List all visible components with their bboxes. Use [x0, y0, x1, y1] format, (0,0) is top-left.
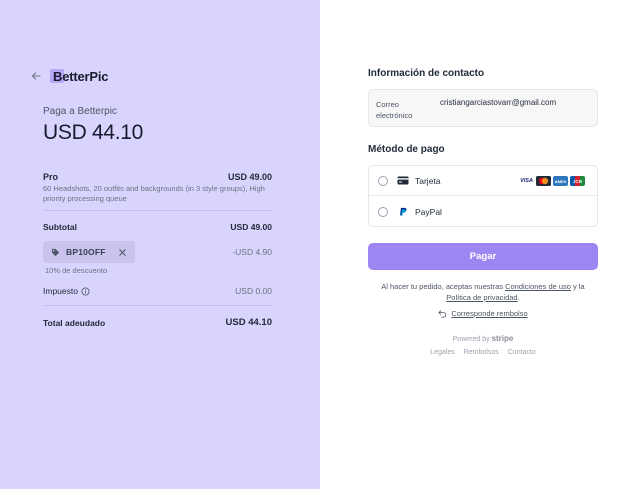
email-field[interactable]: Correo electrónico cristiangarciastovarr… [368, 89, 598, 127]
paypal-label: PayPal [415, 207, 442, 217]
pay-amount: USD 44.10 [43, 121, 144, 144]
legal-text: Al hacer tu pedido, aceptas nuestras Con… [368, 281, 598, 303]
powered-prefix: Powered by [452, 336, 492, 343]
subtotal-row: Subtotal USD 49.00 [43, 222, 272, 232]
payment-option-card[interactable]: Tarjeta VISA AMEX JCB [369, 166, 597, 196]
legal-and: y la [570, 282, 585, 291]
total-value: USD 44.10 [225, 317, 272, 328]
checkout-panel: Información de contacto Correo electróni… [320, 0, 640, 489]
order-summary-panel: BetterPic Paga a Betterpic USD 44.10 Pro… [0, 0, 320, 489]
tax-value: USD 0.00 [235, 286, 272, 296]
footer-links: Legales Rembolsos Contacto [368, 349, 598, 356]
discount-note: 10% de descuento [45, 266, 108, 275]
terms-link[interactable]: Condiciones de uso [505, 282, 571, 291]
tax-row: Impuesto USD 0.00 [43, 286, 272, 296]
promo-code: BP10OFF [66, 247, 106, 257]
tag-icon [51, 248, 60, 257]
total-label: Total adeudado [43, 317, 106, 328]
subtotal-label: Subtotal [43, 222, 77, 232]
total-row: Total adeudado USD 44.10 [43, 317, 272, 328]
subtotal-value: USD 49.00 [230, 222, 272, 232]
back-arrow-icon[interactable] [30, 70, 42, 82]
refund-icon [438, 309, 447, 318]
footer-link-rembolsos[interactable]: Rembolsos [464, 349, 499, 356]
contact-section-title: Información de contacto [368, 68, 485, 79]
promo-row: BP10OFF -USD 4.90 [43, 241, 272, 263]
line-item: Pro USD 49.00 60 Headshots, 20 outfits a… [43, 172, 272, 204]
legal-suffix: . [517, 293, 520, 302]
pay-to-label: Paga a Betterpic [43, 106, 117, 117]
footer-link-legales[interactable]: Legales [430, 349, 455, 356]
paypal-icon [397, 207, 409, 217]
pay-button[interactable]: Pagar [368, 243, 598, 270]
card-radio[interactable] [378, 175, 388, 186]
divider [43, 210, 272, 211]
tax-label-group: Impuesto [43, 286, 90, 296]
payment-option-paypal[interactable]: PayPal [369, 197, 597, 227]
divider [43, 305, 272, 306]
legal-prefix: Al hacer tu pedido, aceptas nuestras [381, 282, 506, 291]
brand-logo[interactable]: BetterPic [48, 67, 108, 85]
card-label: Tarjeta [415, 175, 441, 186]
mastercard-icon [536, 176, 551, 186]
refund-link[interactable]: Corresponde rembolso [451, 309, 527, 318]
privacy-link[interactable]: Política de privacidad [446, 293, 517, 302]
amex-icon: AMEX [553, 176, 568, 186]
tax-label: Impuesto [43, 286, 78, 296]
card-brands: VISA AMEX JCB [519, 176, 585, 186]
email-value: cristiangarciastovarr@gmail.com [440, 98, 557, 107]
discount-value: -USD 4.90 [232, 247, 272, 257]
stripe-logo: stripe [491, 334, 514, 343]
footer-link-contacto[interactable]: Contacto [508, 349, 536, 356]
paypal-radio[interactable] [378, 207, 388, 217]
email-label: Correo electrónico [376, 100, 413, 120]
powered-by[interactable]: Powered by stripe [368, 334, 598, 343]
jcb-icon: JCB [570, 176, 585, 186]
info-icon[interactable] [81, 286, 90, 296]
item-price: USD 49.00 [227, 172, 272, 182]
payment-methods: Tarjeta VISA AMEX JCB PayPal [368, 165, 598, 227]
brand-name: BetterPic [53, 68, 109, 84]
promo-chip: BP10OFF [43, 241, 135, 263]
card-icon [397, 176, 409, 186]
refund-link-row[interactable]: Corresponde rembolso [368, 309, 598, 318]
item-description: 60 Headshots, 20 outfits and backgrounds… [43, 184, 265, 203]
payment-section-title: Método de pago [368, 144, 445, 155]
item-name: Pro [43, 172, 59, 182]
remove-promo-icon[interactable] [118, 248, 127, 257]
visa-icon: VISA [519, 176, 534, 186]
brand-header: BetterPic [30, 66, 108, 86]
